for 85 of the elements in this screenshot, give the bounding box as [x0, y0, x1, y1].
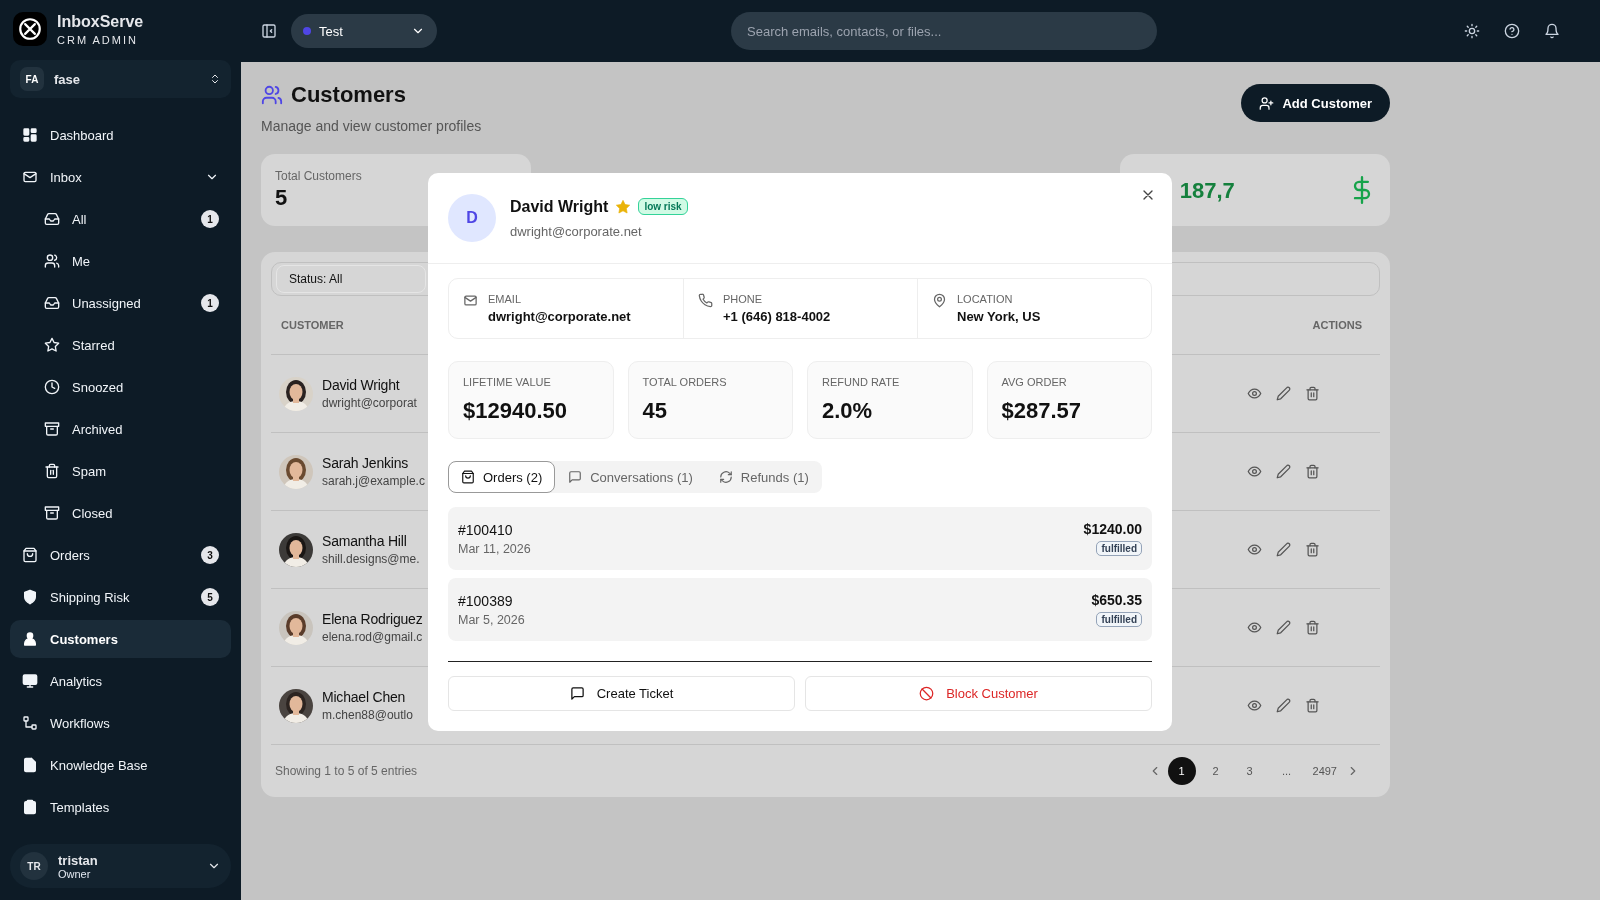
app-subtitle: CRM ADMIN [57, 33, 139, 46]
customer-email: m.chen88@outlo [322, 708, 413, 722]
customer-name: Samantha Hill [322, 533, 407, 549]
page-title: Customers [291, 82, 406, 108]
field-value: +1 (646) 818-4002 [723, 309, 831, 324]
customer-email: sarah.j@example.c [322, 474, 425, 488]
sidebar-item[interactable]: Knowledge Base [10, 746, 231, 784]
page-button[interactable]: 1 [1167, 757, 1196, 785]
ticket-button[interactable]: Create Ticket [448, 676, 795, 711]
customer-name: Elena Rodriguez [322, 611, 423, 627]
count-badge: 1 [201, 210, 219, 228]
metric-value: $12940.50 [463, 398, 568, 424]
column-header: CUSTOMER [281, 319, 344, 331]
count-badge: 1 [201, 294, 219, 312]
search-field[interactable]: Search emails, contacts, or files... [731, 12, 1157, 50]
sidebar-item[interactable]: Templates [10, 788, 231, 826]
customer-name: Sarah Jenkins [322, 455, 409, 471]
sidebar-item[interactable]: Closed [10, 494, 231, 532]
count-badge: 3 [201, 546, 219, 564]
stat-value: 5 [275, 185, 289, 211]
customer-name: David Wright [510, 197, 609, 216]
pagination-ellipsis: ... [1280, 764, 1293, 779]
order-row[interactable]: #100410 Mar 11, 2026 $1240.00 fulfilled [448, 507, 1152, 570]
column-header: ACTIONS [1312, 319, 1362, 331]
page-button[interactable]: 2 [1201, 757, 1230, 785]
status-badge: fulfilled [1096, 612, 1142, 627]
status-badge: fulfilled [1096, 541, 1142, 556]
stat-label: Total Customers [275, 169, 362, 183]
page-subtitle: Manage and view customer profiles [261, 118, 482, 134]
tab[interactable]: Refunds (1) [705, 461, 822, 493]
tab[interactable]: Orders (2) [448, 461, 556, 493]
customer-email: dwright@corporate.net [510, 223, 643, 239]
customer-email: dwright@corporat [322, 396, 417, 410]
sidebar-item[interactable]: Analytics [10, 662, 231, 700]
order-row[interactable]: #100389 Mar 5, 2026 $650.35 fulfilled [448, 578, 1152, 641]
entries-summary: Showing 1 to 5 of 5 entries [275, 764, 418, 778]
user-menu[interactable]: TR tristan Owner [10, 844, 231, 888]
workspace-switcher[interactable]: FA fase [10, 60, 231, 98]
customer-email: shill.designs@me. [322, 552, 420, 566]
sidebar-item[interactable]: Customers [10, 620, 231, 658]
tab[interactable]: Conversations (1) [555, 461, 706, 493]
order-number: #100410 [458, 521, 514, 538]
count-badge: 5 [201, 588, 219, 606]
status-filter[interactable]: Status: All [276, 265, 426, 293]
app-name: InboxServe [57, 12, 144, 31]
sidebar-item[interactable]: All 1 [10, 200, 231, 238]
sidebar-item[interactable]: Starred [10, 326, 231, 364]
sidebar-item[interactable]: Me [10, 242, 231, 280]
field-value: New York, US [957, 309, 1041, 324]
order-total: $1240.00 [1083, 521, 1142, 537]
environment-select[interactable]: Test [291, 14, 437, 48]
customer-name: Michael Chen [322, 689, 406, 705]
customer-name: David Wright [322, 377, 400, 393]
page-button[interactable]: 3 [1235, 757, 1264, 785]
metric-label: REFUND RATE [822, 376, 901, 388]
sidebar-item[interactable]: Dashboard [10, 116, 231, 154]
field-value: dwright@corporate.net [488, 309, 631, 324]
metric-value: 2.0% [822, 398, 874, 424]
order-total: $650.35 [1091, 592, 1142, 608]
block-button[interactable]: Block Customer [805, 676, 1152, 711]
stat-value: 187,7 [1179, 178, 1235, 204]
metric-label: AVG ORDER [1001, 376, 1068, 388]
metric-label: LIFETIME VALUE [463, 376, 552, 388]
risk-badge: low risk [638, 198, 688, 215]
metric-value: 45 [642, 398, 668, 424]
sidebar-item[interactable]: Inbox [10, 158, 231, 196]
metric-label: TOTAL ORDERS [642, 376, 728, 388]
sidebar-item[interactable]: Workflows [10, 704, 231, 742]
order-number: #100389 [458, 592, 514, 609]
order-date: Mar 5, 2026 [458, 612, 526, 627]
sidebar-item[interactable]: Shipping Risk 5 [10, 578, 231, 616]
sidebar-item[interactable]: Orders 3 [10, 536, 231, 574]
sidebar-item[interactable]: Snoozed [10, 368, 231, 406]
sidebar-item[interactable]: Unassigned 1 [10, 284, 231, 322]
sidebar-item[interactable]: Spam [10, 452, 231, 490]
field-label: LOCATION [957, 293, 1014, 305]
customer-avatar: D [448, 194, 496, 242]
metric-value: $287.57 [1001, 398, 1083, 424]
page-button[interactable]: 2497 [1309, 757, 1340, 785]
field-label: EMAIL [488, 293, 522, 305]
add-customer-button[interactable]: Add Customer [1241, 84, 1390, 122]
sidebar-item[interactable]: Archived [10, 410, 231, 448]
field-label: PHONE [723, 293, 764, 305]
customer-email: elena.rod@gmail.c [322, 630, 423, 644]
order-date: Mar 11, 2026 [458, 541, 532, 556]
